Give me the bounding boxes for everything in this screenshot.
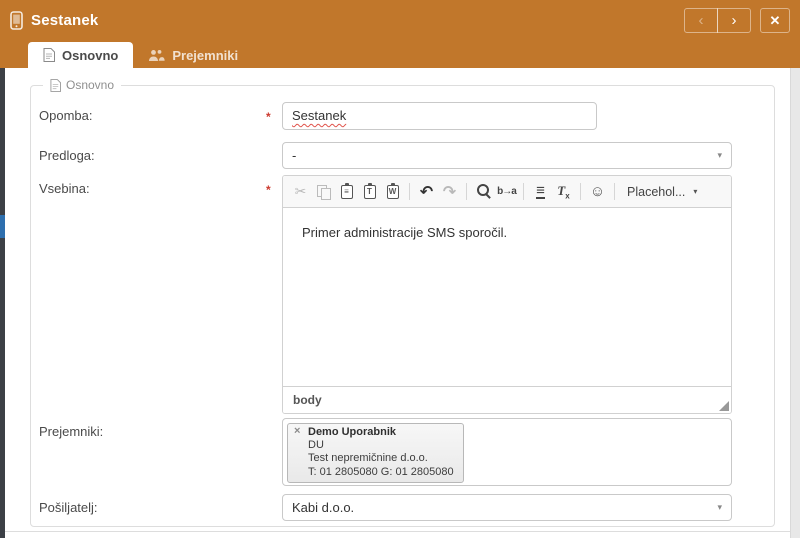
vsebina-label: Vsebina: (39, 175, 266, 196)
dialog-title: Sestanek (31, 12, 98, 29)
paste-from-word-icon[interactable]: W (382, 182, 403, 202)
predloga-value: - (292, 148, 296, 163)
prev-record-button[interactable]: ‹ (684, 8, 718, 33)
placeholder-label: Placehol... (627, 185, 685, 199)
recipient-chip: × Demo Uporabnik DU Test nepremičnine d.… (287, 423, 464, 483)
remove-recipient-icon[interactable]: × (294, 425, 300, 438)
tab-label: Osnovno (62, 48, 118, 63)
document-icon (43, 48, 55, 62)
posiljatelj-value: Kabi d.o.o. (292, 500, 354, 515)
toolbar-separator (523, 183, 524, 200)
close-button[interactable]: ✕ (760, 8, 790, 33)
osnovno-fieldset: Osnovno Opomba: * Sestanek Predloga: - ▾… (30, 78, 775, 527)
chevron-down-icon: ▾ (717, 150, 722, 161)
element-path[interactable]: body (293, 393, 322, 407)
footer-divider (5, 531, 790, 532)
chevron-down-icon: ▾ (717, 502, 722, 513)
tab-prejemniki[interactable]: Prejemniki (133, 42, 253, 68)
smiley-icon[interactable]: ☺ (587, 182, 608, 202)
redo-icon[interactable]: ↷ (439, 182, 460, 202)
copy-icon[interactable] (313, 182, 334, 202)
paste-icon[interactable]: ≡ (336, 182, 357, 202)
dialog-body: Osnovno Opomba: * Sestanek Predloga: - ▾… (5, 68, 790, 538)
prev-icon: ‹ (699, 13, 704, 28)
dialog-header: Sestanek ‹ › ✕ (0, 0, 800, 40)
document-icon (50, 79, 61, 92)
editor-toolbar: ✂ ≡ T W ↶ ↷ b→a (283, 176, 731, 208)
predloga-label: Predloga: (39, 142, 266, 163)
next-record-button[interactable]: › (717, 8, 751, 33)
find-icon[interactable] (473, 182, 494, 202)
rich-text-editor: ✂ ≡ T W ↶ ↷ b→a (282, 175, 732, 414)
next-icon: › (732, 13, 737, 28)
recipient-phones: T: 01 2805080 G: 01 2805080 (308, 466, 454, 479)
recipient-company: Test nepremičnine d.o.o. (308, 452, 454, 465)
prejemniki-label: Prejemniki: (39, 418, 266, 439)
placeholder-dropdown[interactable]: Placehol... ▾ (620, 183, 704, 201)
recipients-field[interactable]: × Demo Uporabnik DU Test nepremičnine d.… (282, 418, 732, 486)
editor-text: Primer administracije SMS sporočil. (302, 225, 507, 240)
recipient-name: Demo Uporabnik (308, 426, 454, 439)
undo-icon[interactable]: ↶ (416, 182, 437, 202)
row-vsebina: Vsebina: * ✂ ≡ T W ↶ ↷ (31, 175, 774, 414)
select-all-icon[interactable]: ≡ (530, 182, 551, 202)
row-predloga: Predloga: - ▾ (31, 142, 774, 169)
required-marker: * (266, 175, 282, 197)
editor-content[interactable]: Primer administracije SMS sporočil. (283, 208, 731, 386)
tab-bar: Osnovno Prejemniki (0, 40, 800, 68)
resize-handle-icon[interactable] (719, 401, 729, 411)
posiljatelj-select[interactable]: Kabi d.o.o. ▾ (282, 494, 732, 521)
row-posiljatelj: Pošiljatelj: Kabi d.o.o. ▾ (31, 494, 774, 521)
cut-icon[interactable]: ✂ (290, 182, 311, 202)
posiljatelj-label: Pošiljatelj: (39, 494, 266, 515)
editor-status-bar: body (283, 386, 731, 413)
recipient-initials: DU (308, 439, 454, 452)
toolbar-separator (409, 183, 410, 200)
tab-label: Prejemniki (172, 48, 238, 63)
toolbar-separator (466, 183, 467, 200)
header-actions: ‹ › ✕ (684, 8, 790, 33)
opomba-value: Sestanek (292, 108, 346, 123)
legend-label: Osnovno (66, 78, 114, 92)
opomba-label: Opomba: (39, 102, 266, 123)
phone-icon (10, 11, 23, 30)
scrollbar-track[interactable] (790, 68, 800, 538)
row-prejemniki: Prejemniki: × Demo Uporabnik DU Test nep… (31, 418, 774, 486)
toolbar-separator (614, 183, 615, 200)
people-icon (148, 49, 165, 62)
opomba-input[interactable]: Sestanek (282, 102, 597, 130)
close-icon: ✕ (770, 14, 781, 27)
toolbar-separator (580, 183, 581, 200)
replace-icon[interactable]: b→a (496, 182, 517, 202)
remove-format-icon[interactable]: Tx (553, 182, 574, 202)
predloga-select[interactable]: - ▾ (282, 142, 732, 169)
row-opomba: Opomba: * Sestanek (31, 102, 774, 130)
fieldset-legend: Osnovno (43, 78, 121, 92)
paste-as-text-icon[interactable]: T (359, 182, 380, 202)
required-marker: * (266, 102, 282, 124)
chevron-down-icon: ▾ (693, 187, 697, 196)
background-page-edge (0, 68, 5, 538)
tab-osnovno[interactable]: Osnovno (28, 42, 133, 68)
